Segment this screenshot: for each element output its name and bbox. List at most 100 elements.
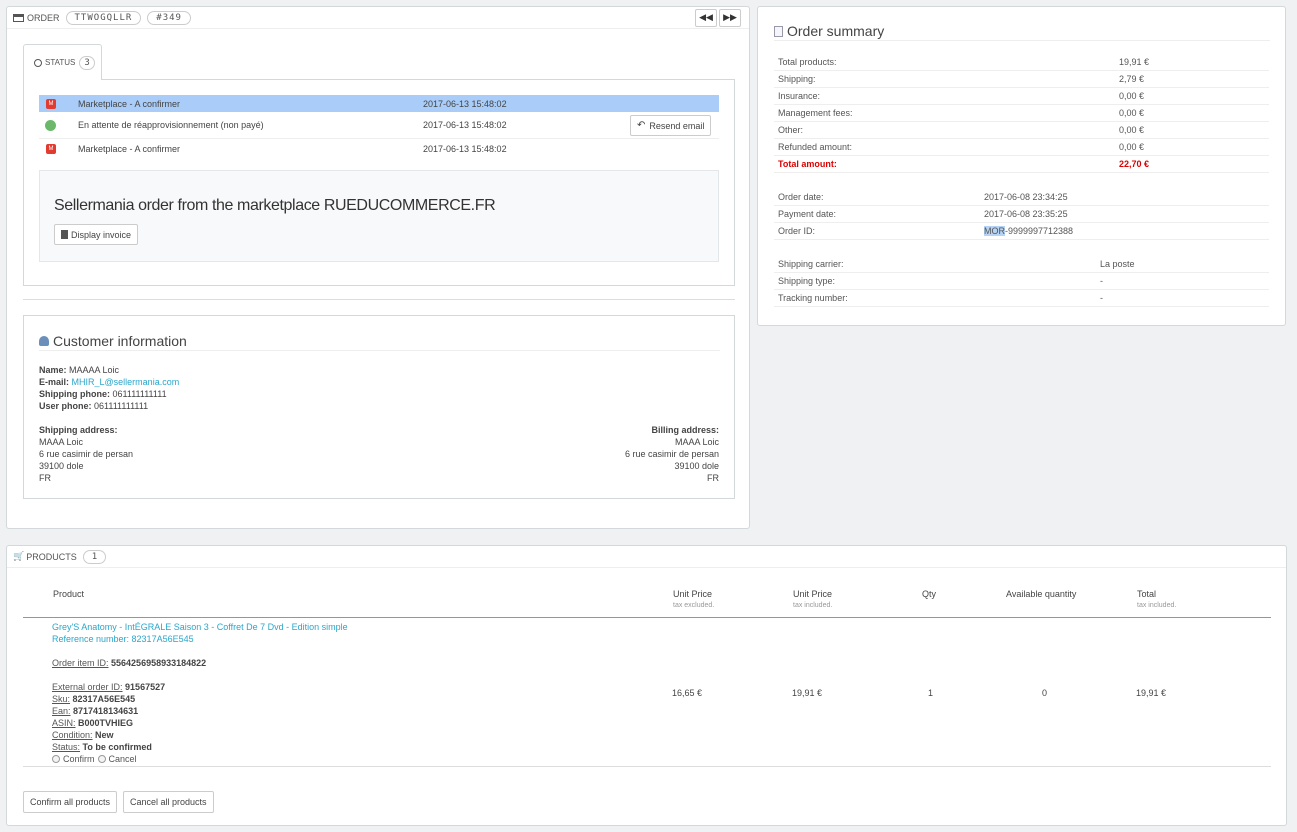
condition-line: Condition: New bbox=[52, 730, 114, 740]
products-label: PRODUCTS bbox=[26, 551, 77, 562]
clock-icon bbox=[34, 58, 42, 67]
order-reference-badge: TTWOGQLLR bbox=[65, 10, 142, 25]
forward-icon: ▶▶ bbox=[723, 12, 737, 22]
asin-line: ASIN: B000TVHIEG bbox=[52, 718, 134, 728]
customer-email-link[interactable]: MHIR_L@sellermania.com bbox=[72, 377, 180, 387]
marketplace-title: Sellermania order from the marketplace R… bbox=[54, 197, 496, 214]
total-price: 19,91 € bbox=[1136, 688, 1167, 698]
customer-panel: Customer information Name: MAAAA Loic E-… bbox=[23, 315, 735, 499]
previous-order-button[interactable]: ◀◀ bbox=[695, 8, 717, 27]
marketplace-box: Sellermania order from the marketplace R… bbox=[39, 170, 719, 262]
order-number-badge: #349 bbox=[147, 10, 191, 25]
product-reference-link[interactable]: Reference number: 82317A56E545 bbox=[52, 634, 194, 644]
status-date: 2017-06-13 15:48:02 bbox=[423, 98, 507, 109]
summary-row: Insurance: 0,00 € bbox=[774, 88, 1269, 105]
product-name-link[interactable]: Grey'S Anatomy - IntÉGRALE Saison 3 - Co… bbox=[52, 622, 348, 632]
col-unit-price-incl: Unit Price bbox=[793, 589, 833, 599]
available-quantity: 0 bbox=[1042, 688, 1048, 698]
customer-header: Customer information bbox=[39, 332, 720, 351]
order-panel: ORDER TTWOGQLLR #349 ◀◀ ▶▶ STATUS 3 M Ma… bbox=[6, 6, 750, 529]
sku-line: Sku: 82317A56E545 bbox=[52, 694, 136, 704]
customer-name: MAAAA Loic bbox=[69, 365, 120, 375]
status-content: M Marketplace - A confirmer 2017-06-13 1… bbox=[23, 79, 735, 286]
user-phone: 061111111111 bbox=[94, 401, 149, 411]
cancel-radio[interactable] bbox=[97, 755, 106, 763]
status-name: Marketplace - A confirmer bbox=[78, 98, 181, 109]
document-search-icon bbox=[774, 25, 783, 37]
payment-date-row: Payment date: 2017-06-08 23:35:25 bbox=[774, 206, 1269, 223]
summary-title: Order summary bbox=[787, 23, 885, 39]
summary-row: Refunded amount: 0,00 € bbox=[774, 139, 1269, 156]
status-name: En attente de réapprovisionnement (non p… bbox=[78, 120, 264, 130]
summary-header: Order summary bbox=[774, 22, 1270, 41]
order-id-rest: -9999997712388 bbox=[1005, 226, 1074, 236]
billing-address: Billing address: MAAA Loic 6 rue casimir… bbox=[624, 425, 719, 483]
reply-icon: ↶ bbox=[637, 120, 646, 131]
customer-title: Customer information bbox=[53, 333, 187, 349]
summary-row: Total products: 19,91 € bbox=[774, 54, 1269, 71]
quantity: 1 bbox=[928, 688, 934, 698]
tab-status-label: STATUS bbox=[45, 58, 76, 67]
cancel-all-button[interactable]: Cancel all products bbox=[123, 791, 214, 813]
summary-row: Other: 0,00 € bbox=[774, 122, 1269, 139]
tracking-row: Tracking number: - bbox=[774, 290, 1269, 307]
order-id-prefix: MOR bbox=[984, 226, 1005, 236]
status-count-badge: 3 bbox=[79, 55, 95, 70]
user-phone-line: User phone: 061111111111 bbox=[39, 401, 149, 411]
next-order-button[interactable]: ▶▶ bbox=[719, 8, 741, 27]
shipping-phone-line: Shipping phone: 061111111111 bbox=[39, 389, 167, 399]
col-qty: Qty bbox=[922, 589, 937, 599]
products-panel: 🛒 PRODUCTS 1 Product Unit Price tax excl… bbox=[6, 545, 1287, 826]
divider bbox=[23, 299, 735, 300]
col-total: Total bbox=[1137, 589, 1157, 599]
order-header: ORDER TTWOGQLLR #349 ◀◀ ▶▶ bbox=[7, 7, 749, 29]
marketplace-icon: M bbox=[46, 144, 56, 154]
unit-price-incl: 19,91 € bbox=[792, 688, 823, 698]
status-row: M Marketplace - A confirmer 2017-06-13 1… bbox=[39, 95, 719, 112]
confirm-all-button[interactable]: Confirm all products bbox=[23, 791, 118, 813]
order-id-row: Order ID: MOR-9999997712388 bbox=[774, 223, 1269, 240]
status-date: 2017-06-13 15:48:02 bbox=[423, 144, 507, 154]
confirm-cancel-radios: Confirm Cancel bbox=[52, 753, 348, 765]
marketplace-icon: M bbox=[46, 98, 56, 109]
col-unit-price-excl: Unit Price bbox=[673, 589, 713, 599]
status-row: M Marketplace - A confirmer 2017-06-13 1… bbox=[39, 139, 719, 159]
resend-email-label: Resend email bbox=[649, 120, 705, 131]
file-icon bbox=[61, 230, 68, 239]
status-name: Marketplace - A confirmer bbox=[78, 144, 181, 154]
user-icon bbox=[39, 336, 49, 346]
display-invoice-button[interactable]: Display invoice bbox=[54, 224, 139, 245]
shipping-type-row: Shipping type: - bbox=[774, 273, 1269, 290]
backward-icon: ◀◀ bbox=[699, 12, 713, 22]
table-row: Grey'S Anatomy - IntÉGRALE Saison 3 - Co… bbox=[23, 618, 1271, 767]
customer-email-line: E-mail: MHIR_L@sellermania.com bbox=[39, 377, 180, 387]
summary-total-row: Total amount: 22,70 € bbox=[774, 156, 1269, 173]
col-product: Product bbox=[53, 589, 85, 599]
customer-name-line: Name: MAAAA Loic bbox=[39, 365, 120, 375]
status-date: 2017-06-13 15:48:02 bbox=[423, 120, 507, 130]
carrier-row: Shipping carrier: La poste bbox=[774, 256, 1269, 273]
summary-row: Shipping: 2,79 € bbox=[774, 71, 1269, 88]
status-line: Status: To be confirmed bbox=[52, 742, 152, 752]
cart-icon: 🛒 bbox=[13, 551, 25, 561]
confirm-radio[interactable] bbox=[52, 755, 60, 763]
order-date-row: Order date: 2017-06-08 23:34:25 bbox=[774, 189, 1269, 206]
credit-card-icon bbox=[13, 13, 24, 22]
display-invoice-label: Display invoice bbox=[71, 229, 132, 240]
external-order-line: External order ID: 91567527 bbox=[52, 682, 166, 692]
products-count-badge: 1 bbox=[82, 549, 107, 564]
shipping-address: Shipping address: MAAA Loic 6 rue casimi… bbox=[39, 425, 134, 483]
products-header: 🛒 PRODUCTS 1 bbox=[7, 546, 1286, 568]
products-table-header: Product Unit Price tax excluded. Unit Pr… bbox=[23, 583, 1271, 618]
summary-row: Management fees: 0,00 € bbox=[774, 105, 1269, 122]
ean-line: Ean: 8717418134631 bbox=[52, 706, 139, 716]
col-available: Available quantity bbox=[1006, 589, 1077, 599]
shipping-phone: 061111111111 bbox=[112, 389, 167, 399]
unit-price-excl: 16,65 € bbox=[672, 688, 703, 698]
tab-status[interactable]: STATUS 3 bbox=[23, 44, 102, 80]
resend-email-button[interactable]: ↶ Resend email bbox=[630, 115, 712, 136]
order-item-id-line: Order item ID: 5564256958933184822 bbox=[52, 658, 207, 668]
status-row: En attente de réapprovisionnement (non p… bbox=[39, 112, 719, 139]
restock-icon bbox=[45, 119, 56, 131]
order-label: ORDER bbox=[27, 12, 60, 23]
